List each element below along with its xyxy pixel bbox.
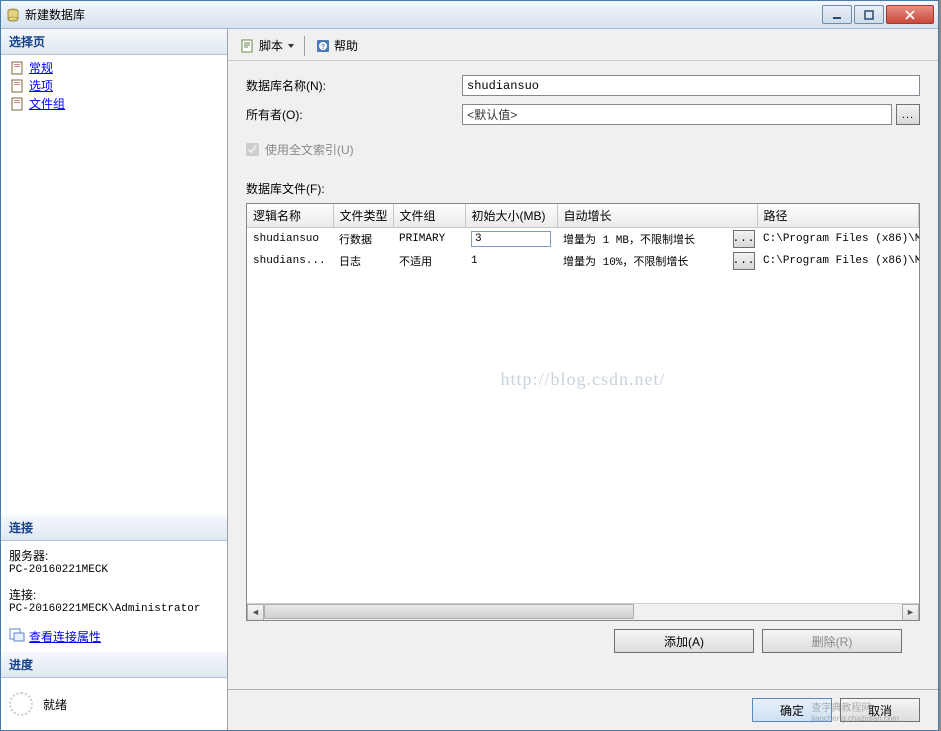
help-icon: ?: [315, 38, 331, 54]
nav-label: 选项: [29, 78, 53, 94]
toolbar: 脚本 ? 帮助: [228, 29, 938, 61]
select-page-header: 选择页: [1, 29, 227, 55]
server-value: PC-20160221MECK: [9, 564, 219, 576]
window-controls: [822, 5, 934, 24]
window-title: 新建数据库: [25, 6, 822, 23]
database-icon: [5, 7, 21, 23]
cell-logical[interactable]: shudians...: [247, 250, 333, 272]
nav-item-filegroups[interactable]: 文件组: [7, 95, 221, 113]
form-area: 数据库名称(N): 所有者(O): ... 使用全文索引(U): [228, 61, 938, 180]
fulltext-label: 使用全文索引(U): [265, 141, 354, 158]
col-path[interactable]: 路径: [757, 204, 918, 228]
help-label: 帮助: [334, 37, 358, 54]
grid-row[interactable]: shudiansuo 行数据 PRIMARY 增量为 1 MB，不限制增长 ..…: [247, 228, 919, 251]
cell-filetype: 行数据: [333, 228, 393, 251]
files-grid[interactable]: 逻辑名称 文件类型 文件组 初始大小(MB) 自动增长 路径 shudiansu…: [246, 203, 920, 621]
main-panel: 脚本 ? 帮助 数据库名称(N): 所有者(O): ...: [228, 29, 938, 730]
minimize-button[interactable]: [822, 5, 852, 24]
titlebar[interactable]: 新建数据库: [1, 1, 938, 29]
svg-text:?: ?: [321, 44, 325, 51]
sidebar: 选择页 常规 选项 文件组 连接 服务器: PC-201602: [1, 29, 228, 730]
cell-initsize[interactable]: [465, 228, 557, 251]
page-icon: [9, 78, 25, 94]
grid-buttons: 添加(A) 删除(R): [246, 621, 920, 661]
server-label: 服务器:: [9, 547, 219, 564]
progress-header: 进度: [1, 652, 227, 678]
connection-header: 连接: [1, 515, 227, 541]
scroll-track[interactable]: [264, 604, 902, 621]
script-icon: [240, 38, 256, 54]
progress-status: 就绪: [43, 696, 67, 713]
owner-browse-button[interactable]: ...: [896, 104, 920, 125]
help-button[interactable]: ? 帮助: [311, 35, 362, 56]
cell-filegroup: 不适用: [393, 250, 465, 272]
connection-label: 连接:: [9, 586, 219, 603]
cell-autogrow: 增量为 10%，不限制增长: [557, 250, 727, 272]
toolbar-separator: [304, 36, 305, 56]
dialog-buttons: 确定 取消: [228, 689, 938, 730]
maximize-button[interactable]: [854, 5, 884, 24]
view-props-link[interactable]: 查看连接属性: [29, 628, 101, 645]
cell-filetype: 日志: [333, 250, 393, 272]
view-connection-properties[interactable]: 查看连接属性: [9, 625, 219, 646]
cell-path[interactable]: C:\Program Files (x86)\Micr: [757, 250, 918, 272]
dbname-label: 数据库名称(N):: [246, 77, 462, 94]
col-autogrow[interactable]: 自动增长: [557, 204, 757, 228]
cell-autogrow: 增量为 1 MB，不限制增长: [557, 228, 727, 251]
properties-icon: [9, 627, 25, 646]
page-icon: [9, 96, 25, 112]
nav-list: 常规 选项 文件组: [1, 55, 227, 117]
spinner-icon: [9, 692, 33, 716]
cell-filegroup[interactable]: PRIMARY: [393, 228, 465, 251]
owner-input[interactable]: [462, 104, 892, 125]
close-button[interactable]: [886, 5, 934, 24]
col-initsize[interactable]: 初始大小(MB): [465, 204, 557, 228]
autogrow-button[interactable]: ...: [733, 252, 755, 270]
cell-path[interactable]: C:\Program Files (x86)\Micr: [757, 228, 918, 251]
chevron-down-icon: [288, 44, 294, 48]
watermark-text: http://blog.csdn.net/: [501, 369, 666, 390]
files-label: 数据库文件(F):: [246, 180, 920, 197]
owner-label: 所有者(O):: [246, 106, 462, 123]
ok-button[interactable]: 确定: [752, 698, 832, 722]
scroll-thumb[interactable]: [264, 604, 634, 619]
nav-item-options[interactable]: 选项: [7, 77, 221, 95]
page-icon: [9, 60, 25, 76]
remove-button: 删除(R): [762, 629, 902, 653]
initsize-input[interactable]: [471, 231, 551, 247]
col-filegroup[interactable]: 文件组: [393, 204, 465, 228]
grid-row[interactable]: shudians... 日志 不适用 1 增量为 10%，不限制增长 ... C…: [247, 250, 919, 272]
fulltext-checkbox: [246, 143, 259, 156]
connection-value: PC-20160221MECK\Administrator: [9, 603, 219, 615]
script-label: 脚本: [259, 37, 283, 54]
connection-section: 服务器: PC-20160221MECK 连接: PC-20160221MECK…: [1, 541, 227, 652]
cell-logical[interactable]: shudiansuo: [247, 228, 333, 251]
nav-label: 文件组: [29, 96, 65, 112]
scroll-left-icon[interactable]: ◄: [247, 604, 264, 621]
nav-item-general[interactable]: 常规: [7, 59, 221, 77]
nav-label: 常规: [29, 60, 53, 76]
body-area: 选择页 常规 选项 文件组 连接 服务器: PC-201602: [1, 29, 938, 730]
col-logical[interactable]: 逻辑名称: [247, 204, 333, 228]
scroll-right-icon[interactable]: ►: [902, 604, 919, 621]
grid-area: 数据库文件(F): 逻辑名称 文件类型 文件组 初始大小(MB): [228, 180, 938, 683]
grid-header-row: 逻辑名称 文件类型 文件组 初始大小(MB) 自动增长 路径: [247, 204, 919, 228]
cell-initsize[interactable]: 1: [465, 250, 557, 272]
script-button[interactable]: 脚本: [236, 35, 298, 56]
horizontal-scrollbar[interactable]: ◄ ►: [247, 603, 919, 620]
fulltext-checkbox-row: 使用全文索引(U): [246, 133, 920, 172]
progress-section: 就绪: [1, 678, 227, 730]
add-button[interactable]: 添加(A): [614, 629, 754, 653]
autogrow-button[interactable]: ...: [733, 230, 755, 248]
col-filetype[interactable]: 文件类型: [333, 204, 393, 228]
dbname-input[interactable]: [462, 75, 920, 96]
cancel-button[interactable]: 取消: [840, 698, 920, 722]
dialog-window: 新建数据库 选择页 常规 选项 文件组: [0, 0, 939, 731]
